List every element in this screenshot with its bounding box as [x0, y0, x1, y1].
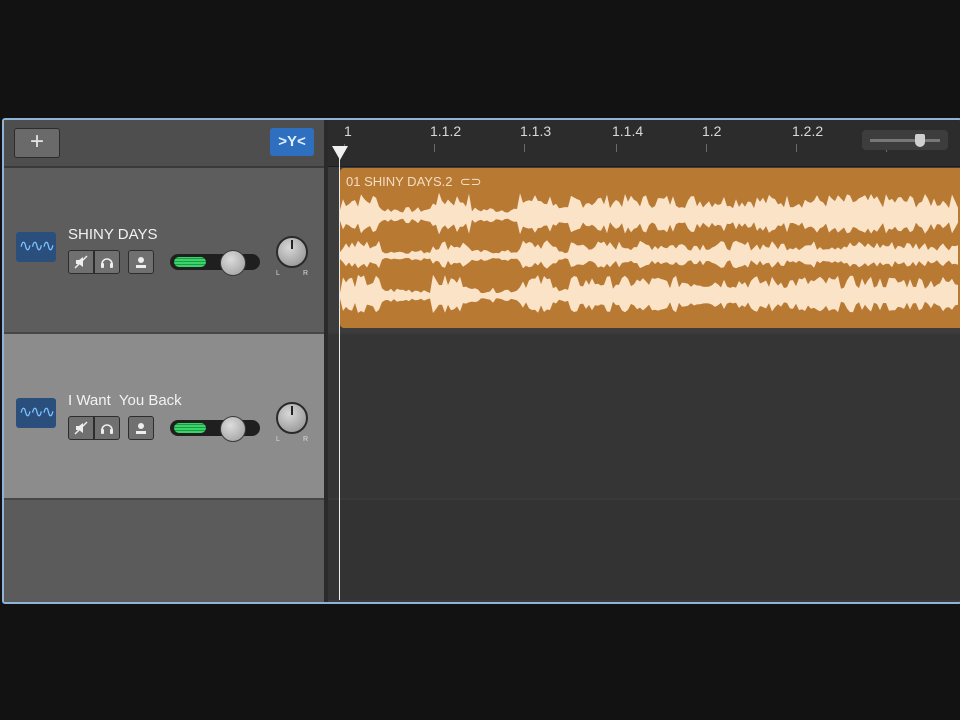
- solo-button[interactable]: [94, 250, 120, 274]
- pan-left-label: L: [276, 270, 280, 277]
- ruler-tick: [434, 144, 435, 152]
- record-enable-button[interactable]: [128, 416, 154, 440]
- playhead-line: [339, 148, 340, 600]
- ruler-tick-label: 1: [344, 123, 352, 139]
- waveform-channel: [340, 240, 958, 269]
- region-name-text: 01 SHINY DAYS.2: [346, 174, 453, 189]
- ruler-tick: [616, 144, 617, 152]
- track-lane-2[interactable]: [328, 334, 960, 498]
- ruler-tick-label: 1.2.2: [792, 123, 824, 139]
- level-meter: [174, 257, 206, 267]
- zoom-track: [870, 139, 940, 142]
- region-name: 01 SHINY DAYS.2 ⊂⊃: [346, 174, 482, 190]
- pan-labels: L R: [276, 436, 308, 443]
- zoom-slider[interactable]: [862, 130, 948, 150]
- pan-right-label: R: [302, 270, 308, 277]
- audio-region[interactable]: 01 SHINY DAYS.2 ⊂⊃: [340, 168, 960, 328]
- volume-slider[interactable]: [170, 250, 260, 276]
- ruler-tick: [796, 144, 797, 152]
- arrangement-area[interactable]: 1 1.1.2 1.1.3 1.1.4 1.2 1.2.2 01 SHINY D…: [328, 120, 960, 602]
- playhead[interactable]: [332, 146, 348, 160]
- ruler-tick-label: 1.1.3: [520, 123, 552, 139]
- pan-left-label: L: [276, 436, 280, 443]
- input-monitor-icon: [136, 423, 146, 434]
- ruler-tick-label: 1.2: [702, 123, 722, 139]
- solo-button[interactable]: [94, 416, 120, 440]
- pan-right-label: R: [302, 436, 308, 443]
- track-headers-toolbar: + >Y<: [4, 120, 324, 168]
- track-header-i-want-you-back[interactable]: ∿∿∿ I Want You Back L R: [4, 334, 324, 500]
- record-enable-button[interactable]: [128, 250, 154, 274]
- ruler-tick-label: 1.1.4: [612, 123, 644, 139]
- loop-icon: ⊂⊃: [459, 174, 482, 189]
- headphones-icon: [101, 258, 113, 268]
- input-monitor-icon: [136, 257, 146, 268]
- speaker-mute-icon: [74, 421, 88, 435]
- add-track-button[interactable]: +: [14, 128, 60, 158]
- speaker-mute-icon: [74, 255, 88, 269]
- waveform-channel: [340, 274, 958, 313]
- mute-button[interactable]: [68, 416, 94, 440]
- pan-labels: L R: [276, 270, 308, 277]
- empty-lane[interactable]: [328, 500, 960, 600]
- mute-button[interactable]: [68, 250, 94, 274]
- volume-thumb[interactable]: [220, 416, 246, 442]
- volume-slider[interactable]: [170, 416, 260, 442]
- region-waveform: [340, 192, 958, 313]
- track-headers-panel: + >Y< ∿∿∿ SHINY DAYS L R ∿∿∿ I Want You …: [4, 120, 328, 602]
- waveform-icon: ∿∿∿: [16, 398, 56, 428]
- ruler-tick: [524, 144, 525, 152]
- ruler-tick-label: 1.1.2: [430, 123, 462, 139]
- track-name[interactable]: SHINY DAYS: [68, 226, 157, 243]
- track-header-shiny-days[interactable]: ∿∿∿ SHINY DAYS L R: [4, 168, 324, 334]
- volume-thumb[interactable]: [220, 250, 246, 276]
- smart-controls-button[interactable]: >Y<: [270, 128, 314, 156]
- timeline-ruler[interactable]: 1 1.1.2 1.1.3 1.1.4 1.2 1.2.2: [328, 120, 960, 167]
- level-meter: [174, 423, 206, 433]
- track-name[interactable]: I Want You Back: [68, 392, 182, 409]
- pan-knob[interactable]: [276, 402, 308, 434]
- waveform-icon: ∿∿∿: [16, 232, 56, 262]
- zoom-thumb[interactable]: [914, 134, 925, 147]
- ruler-tick: [706, 144, 707, 152]
- headphones-icon: [101, 424, 113, 434]
- pan-knob[interactable]: [276, 236, 308, 268]
- waveform-channel: [340, 192, 958, 235]
- garageband-tracks-window: + >Y< ∿∿∿ SHINY DAYS L R ∿∿∿ I Want You …: [2, 118, 960, 604]
